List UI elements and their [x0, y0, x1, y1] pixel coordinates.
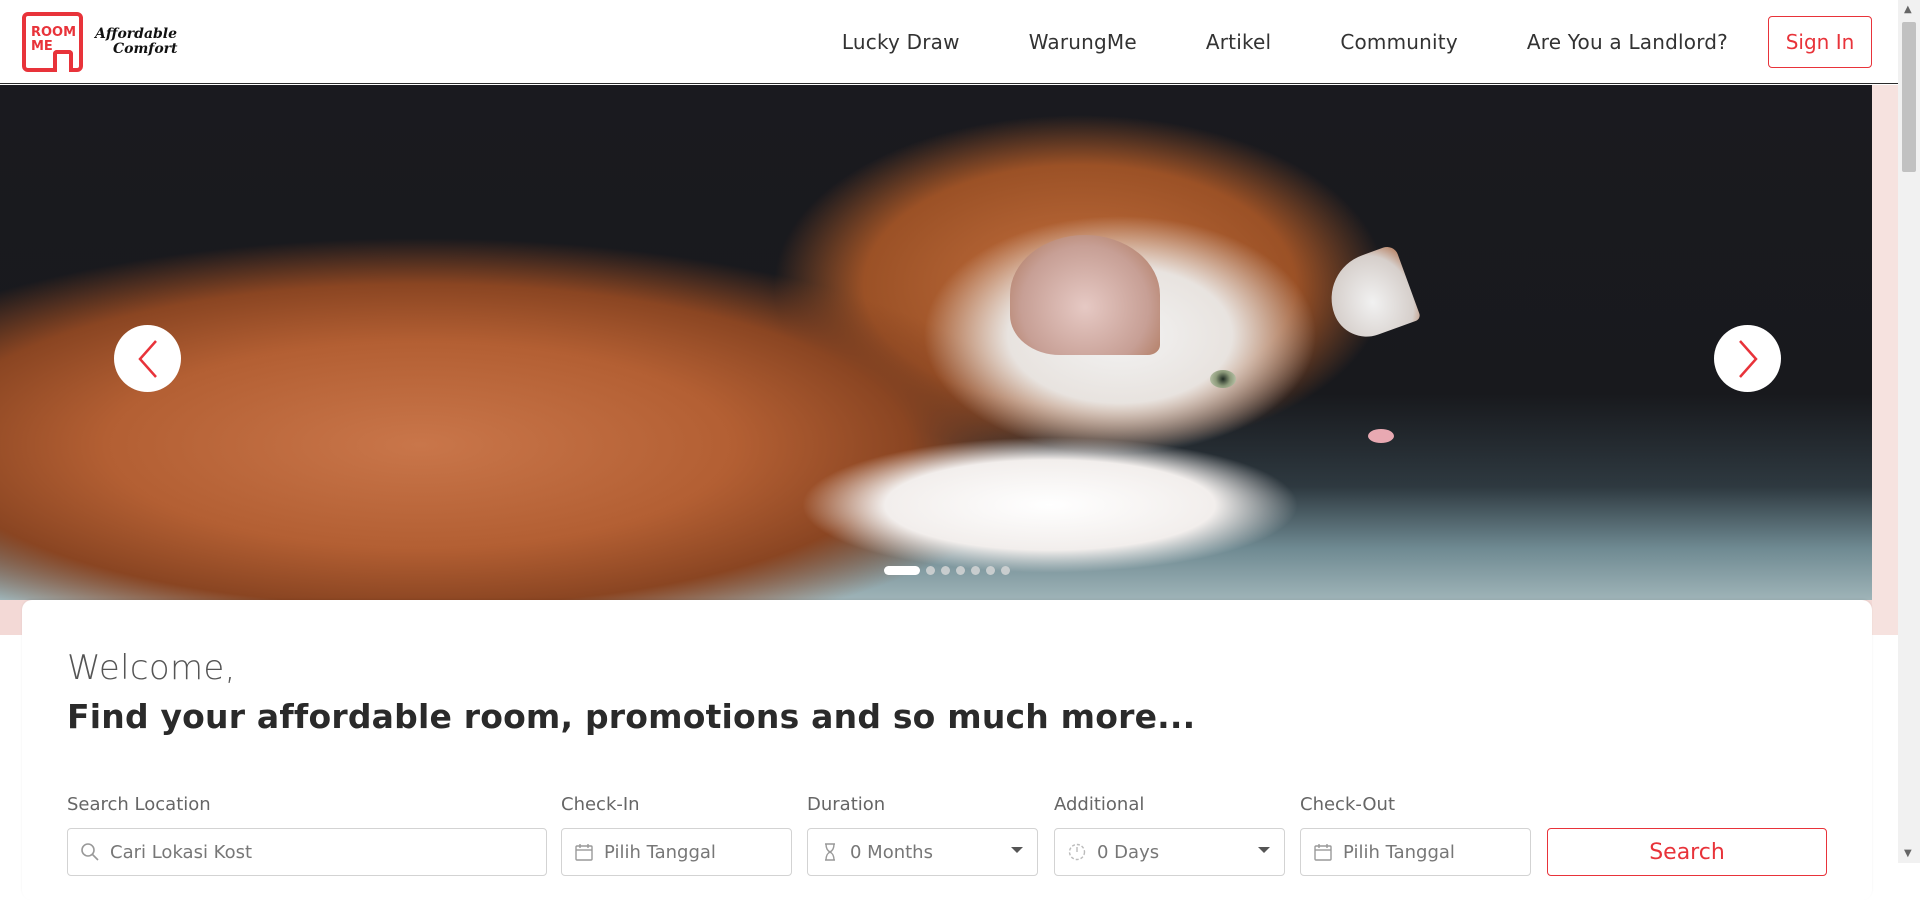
chevron-left-icon: [137, 339, 157, 378]
chevron-down-icon: [1011, 847, 1023, 853]
logo-tagline: Affordable Comfort: [95, 27, 178, 57]
carousel-dot[interactable]: [884, 566, 920, 575]
scroll-up-arrow-icon[interactable]: ▲: [1904, 4, 1912, 15]
scroll-down-arrow-icon[interactable]: ▼: [1904, 848, 1912, 859]
roomme-logo[interactable]: ROOM ME Affordable Comfort: [22, 12, 178, 72]
carousel-indicators: [884, 566, 1010, 575]
hourglass-icon: [825, 843, 835, 861]
location-label: Search Location: [67, 794, 211, 815]
carousel-dot[interactable]: [941, 566, 950, 575]
hero-image-cat-ear: [1010, 235, 1160, 355]
clock-icon: [1068, 843, 1086, 861]
hero-next-slide-peek: [1872, 85, 1898, 635]
chevron-right-icon: [1738, 339, 1758, 378]
search-button[interactable]: Search: [1547, 828, 1827, 876]
additional-days-select[interactable]: 0 Days: [1054, 828, 1285, 876]
logo-text-room: ROOM: [31, 25, 77, 40]
location-input[interactable]: Cari Lokasi Kost: [67, 828, 547, 876]
carousel-dot[interactable]: [986, 566, 995, 575]
nav-community[interactable]: Community: [1340, 30, 1458, 54]
carousel-dot[interactable]: [971, 566, 980, 575]
carousel-dot[interactable]: [1001, 566, 1010, 575]
top-navbar: ROOM ME Affordable Comfort Lucky Draw War…: [0, 0, 1898, 84]
additional-label: Additional: [1054, 794, 1145, 815]
welcome-greeting: Welcome,: [67, 648, 236, 688]
welcome-headline: Find your affordable room, promotions an…: [67, 697, 1196, 736]
logo-mark: ROOM ME: [22, 12, 83, 72]
checkin-date-picker[interactable]: Pilih Tanggal: [561, 828, 792, 876]
nav-landlord[interactable]: Are You a Landlord?: [1527, 30, 1728, 54]
carousel-prev-button[interactable]: [114, 325, 181, 392]
checkout-label: Check-Out: [1300, 794, 1396, 815]
hero-carousel: [0, 85, 1872, 600]
checkin-placeholder: Pilih Tanggal: [604, 841, 716, 863]
nav-lucky-draw[interactable]: Lucky Draw: [842, 30, 960, 54]
additional-value: 0 Days: [1097, 841, 1160, 863]
checkout-date-picker[interactable]: Pilih Tanggal: [1300, 828, 1531, 876]
search-icon: [81, 843, 99, 861]
logo-tagline-1: Affordable: [95, 26, 178, 42]
location-placeholder: Cari Lokasi Kost: [110, 841, 253, 863]
duration-value: 0 Months: [850, 841, 933, 863]
calendar-icon: [1314, 844, 1332, 861]
sign-in-button[interactable]: Sign In: [1768, 16, 1872, 68]
carousel-next-button[interactable]: [1714, 325, 1781, 392]
calendar-icon: [575, 844, 593, 861]
nav-warungme[interactable]: WarungMe: [1029, 30, 1137, 54]
scroll-thumb[interactable]: [1902, 22, 1916, 172]
duration-label: Duration: [807, 794, 886, 815]
chevron-down-icon: [1258, 847, 1270, 853]
nav-artikel[interactable]: Artikel: [1206, 30, 1271, 54]
duration-select[interactable]: 0 Months: [807, 828, 1038, 876]
checkin-label: Check-In: [561, 794, 640, 815]
logo-text-me: ME: [31, 39, 53, 54]
carousel-dot[interactable]: [926, 566, 935, 575]
hero-image-cat-nose: [1368, 429, 1394, 443]
logo-tagline-2: Comfort: [113, 41, 178, 57]
hero-image-cat-eye: [1210, 370, 1236, 388]
hero-image-cat-ear: [1318, 243, 1422, 347]
carousel-dot[interactable]: [956, 566, 965, 575]
main-nav: Lucky Draw WarungMe Artikel Community Ar…: [773, 0, 1728, 84]
page-scrollbar[interactable]: ▲ ▼: [1898, 0, 1920, 863]
checkout-placeholder: Pilih Tanggal: [1343, 841, 1455, 863]
